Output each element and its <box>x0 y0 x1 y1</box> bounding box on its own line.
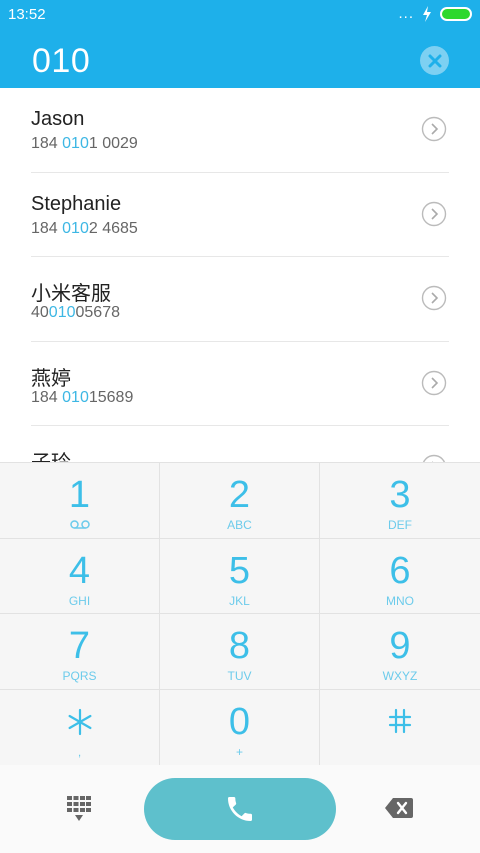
key-letters: PQRS <box>62 669 97 683</box>
key-digit: 3 <box>389 474 411 516</box>
key-5[interactable]: 5 JKL <box>160 538 320 613</box>
key-digit: 6 <box>389 549 411 592</box>
battery-icon <box>440 7 472 21</box>
key-letters: DEF <box>388 518 412 532</box>
more-dots-icon: ... <box>398 5 414 22</box>
key-letters: TUV <box>227 669 252 683</box>
chevron-right-icon[interactable] <box>421 116 447 142</box>
key-9[interactable]: 9 WXYZ <box>320 614 480 689</box>
contact-name: 燕婷 <box>31 367 71 390</box>
contact-name: 小米客服 <box>31 283 111 305</box>
key-0[interactable]: 0 + <box>160 689 320 765</box>
contact-name: Stephanie <box>31 192 122 215</box>
contact-number: 184 0102 4685 <box>31 219 138 237</box>
key-letters: ABC <box>227 518 252 532</box>
key-digit: 1 <box>68 474 91 516</box>
number-match-highlight: 010 <box>48 304 76 321</box>
call-button[interactable] <box>144 778 336 840</box>
key-6[interactable]: 6 MNO <box>320 539 480 614</box>
asterisk-icon <box>67 708 91 735</box>
key-8[interactable]: 8 TUV <box>160 614 320 689</box>
action-bar <box>0 765 480 853</box>
number-match-highlight: 010 <box>62 388 89 406</box>
number-match-highlight: 010 <box>62 135 89 152</box>
search-header: 010 <box>0 28 480 88</box>
key-3[interactable]: 3 DEF <box>320 463 480 538</box>
key-1[interactable]: 1 <box>0 463 160 538</box>
chevron-right-icon[interactable] <box>421 370 447 396</box>
contact-row[interactable]: 燕婷 184 01015689 <box>31 342 449 426</box>
hash-icon <box>388 708 412 733</box>
dial-keypad: 1 2 ABC 3 DEF 4 GHI 5 JKL 6 MNO 7 PQRS 8… <box>0 462 480 765</box>
contact-name: Jason <box>31 108 85 130</box>
key-digit: 8 <box>228 625 251 667</box>
phone-icon <box>228 797 252 821</box>
contact-name: 子玲 <box>31 452 71 463</box>
clear-button[interactable] <box>420 46 449 75</box>
key-digit: 2 <box>228 474 251 516</box>
contact-number: 184 01015689 <box>31 388 134 406</box>
backspace-icon[interactable] <box>385 798 413 818</box>
key-7[interactable]: 7 PQRS <box>0 614 160 689</box>
keypad-row: , 0 + <box>0 689 480 766</box>
contact-number: 184 0101 0029 <box>31 135 138 152</box>
key-digit: 5 <box>228 549 251 592</box>
contact-row[interactable]: 子玲 <box>31 426 449 463</box>
status-icons: ... <box>398 5 472 23</box>
dialpad-icon[interactable] <box>67 796 91 822</box>
chevron-right-icon[interactable] <box>421 201 447 227</box>
contact-results-list[interactable]: Jason 184 0101 0029 Stephanie 184 0102 4… <box>0 88 480 463</box>
key-digit: 0 <box>228 700 251 743</box>
key-letters: + <box>235 744 243 759</box>
key-digit: 7 <box>68 625 91 667</box>
status-bar: 13:52 ... <box>0 0 480 28</box>
contact-row[interactable]: Jason 184 0101 0029 <box>31 88 449 173</box>
contact-row[interactable]: 小米客服 4001005678 <box>31 257 449 342</box>
key-letters: WXYZ <box>382 669 418 683</box>
key-star[interactable]: , <box>0 689 160 765</box>
dialed-number[interactable]: 010 <box>32 42 90 81</box>
contact-row[interactable]: Stephanie 184 0102 4685 <box>31 173 449 257</box>
clear-icon <box>428 54 441 67</box>
key-hash[interactable] <box>320 690 480 766</box>
key-2[interactable]: 2 ABC <box>160 463 320 538</box>
key-4[interactable]: 4 GHI <box>0 538 160 613</box>
key-digit: 9 <box>389 625 411 667</box>
contact-number: 4001005678 <box>31 304 120 321</box>
chevron-right-icon[interactable] <box>421 285 447 311</box>
key-letters: JKL <box>229 593 250 608</box>
key-letters: MNO <box>386 593 414 608</box>
charging-bolt-icon <box>423 6 431 22</box>
keypad-row: 4 GHI 5 JKL 6 MNO <box>0 538 480 614</box>
number-match-highlight: 010 <box>62 219 89 237</box>
key-letters: GHI <box>68 593 91 608</box>
keypad-row: 7 PQRS 8 TUV 9 WXYZ <box>0 614 480 690</box>
key-letters: , <box>77 744 82 759</box>
keypad-row: 1 2 ABC 3 DEF <box>0 463 480 539</box>
voicemail-icon <box>69 520 90 529</box>
key-digit: 4 <box>68 549 91 592</box>
status-time: 13:52 <box>8 6 46 23</box>
